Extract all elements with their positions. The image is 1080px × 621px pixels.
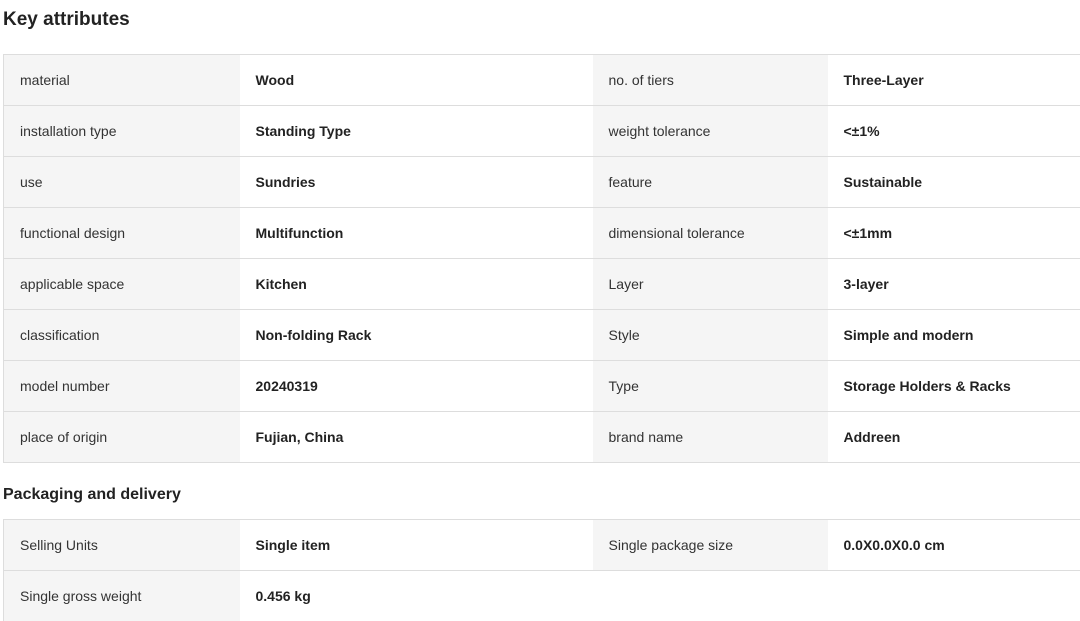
key-attributes-table: material Wood no. of tiers Three-Layer i… [3, 54, 1080, 463]
key-attributes-title: Key attributes [3, 7, 130, 33]
attribute-label: Type [593, 361, 828, 412]
attribute-value: Fujian, China [240, 412, 593, 463]
attribute-label: no. of tiers [593, 55, 828, 106]
table-row: functional design Multifunction dimensio… [4, 208, 1080, 259]
attribute-value: Storage Holders & Racks [828, 361, 1080, 412]
attribute-value: Simple and modern [828, 310, 1080, 361]
attribute-label: material [4, 55, 240, 106]
attribute-label: applicable space [4, 259, 240, 310]
attribute-value: Three-Layer [828, 55, 1080, 106]
attribute-value: 0.0X0.0X0.0 cm [828, 520, 1080, 571]
attribute-label: place of origin [4, 412, 240, 463]
attribute-label: Single gross weight [4, 571, 240, 621]
attribute-label: classification [4, 310, 240, 361]
attribute-value: 20240319 [240, 361, 593, 412]
table-row: Single gross weight 0.456 kg [4, 571, 1080, 621]
packaging-delivery-title: Packaging and delivery [3, 485, 181, 505]
attribute-value: Multifunction [240, 208, 593, 259]
attribute-value: <±1mm [828, 208, 1080, 259]
table-row: installation type Standing Type weight t… [4, 106, 1080, 157]
attribute-label: Selling Units [4, 520, 240, 571]
attribute-value: Non-folding Rack [240, 310, 593, 361]
attribute-label: weight tolerance [593, 106, 828, 157]
table-row: classification Non-folding Rack Style Si… [4, 310, 1080, 361]
attribute-label: model number [4, 361, 240, 412]
attribute-value: Wood [240, 55, 593, 106]
attribute-label: Single package size [593, 520, 828, 571]
table-row: applicable space Kitchen Layer 3-layer [4, 259, 1080, 310]
attribute-value: 3-layer [828, 259, 1080, 310]
packaging-delivery-table: Selling Units Single item Single package… [3, 519, 1080, 621]
table-row: model number 20240319 Type Storage Holde… [4, 361, 1080, 412]
attribute-value: Standing Type [240, 106, 593, 157]
table-row: Selling Units Single item Single package… [4, 520, 1080, 571]
attribute-label: Style [593, 310, 828, 361]
attribute-label: feature [593, 157, 828, 208]
attribute-value: Sundries [240, 157, 593, 208]
attribute-value: Sustainable [828, 157, 1080, 208]
attribute-label: installation type [4, 106, 240, 157]
table-row: material Wood no. of tiers Three-Layer [4, 55, 1080, 106]
empty-cell [828, 571, 1080, 621]
attribute-label: dimensional tolerance [593, 208, 828, 259]
empty-cell [593, 571, 828, 621]
attribute-value: Kitchen [240, 259, 593, 310]
attribute-value: Single item [240, 520, 593, 571]
attribute-label: use [4, 157, 240, 208]
attribute-value: Addreen [828, 412, 1080, 463]
table-row: use Sundries feature Sustainable [4, 157, 1080, 208]
attribute-value: 0.456 kg [240, 571, 593, 621]
attribute-label: Layer [593, 259, 828, 310]
table-row: place of origin Fujian, China brand name… [4, 412, 1080, 463]
attribute-label: brand name [593, 412, 828, 463]
attribute-value: <±1% [828, 106, 1080, 157]
attribute-label: functional design [4, 208, 240, 259]
